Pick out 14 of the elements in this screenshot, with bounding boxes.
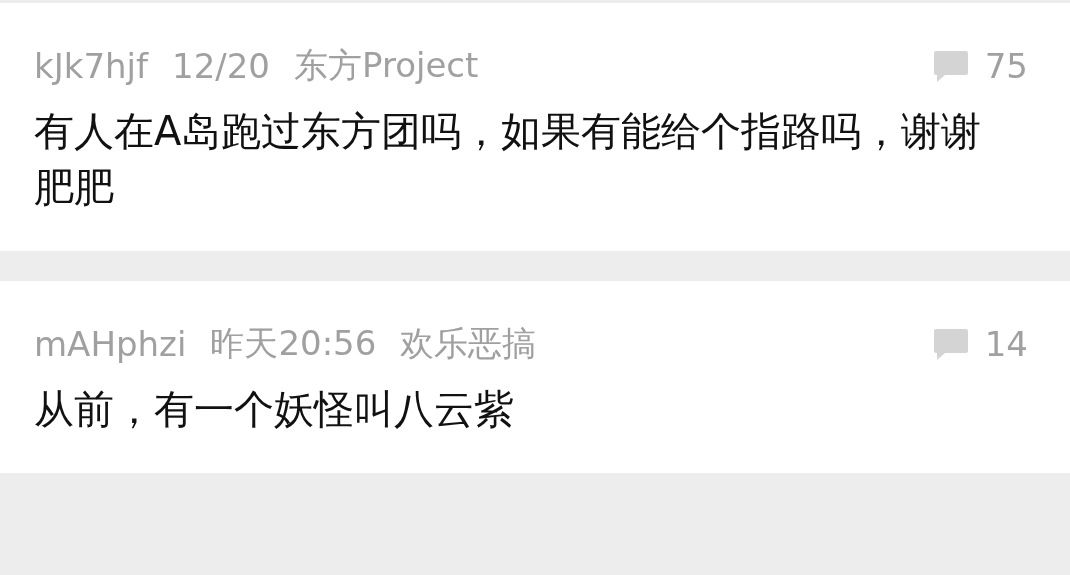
comment-count: 14	[984, 324, 1028, 364]
post-card[interactable]: kJk7hjf 12/20 东方Project 75 有人在A岛跑过东方团吗，如果有能给个指路吗，谢谢肥肥	[0, 3, 1070, 251]
post-text: 从前，有一个妖怪叫八云紫	[34, 385, 515, 434]
comment-icon	[932, 327, 969, 361]
board-name: 东方Project	[294, 44, 479, 87]
post-card[interactable]: mAHphzi 昨天20:56 欢乐恶搞 14 从前，有一个妖怪叫八云紫	[0, 281, 1070, 473]
board-name: 欢乐恶搞	[400, 322, 537, 365]
post-text: 有人在A岛跑过东方团吗，如果有能给个指路吗，谢谢肥肥	[34, 107, 983, 212]
author-name: mAHphzi	[34, 324, 187, 364]
author-name: kJk7hjf	[34, 46, 148, 86]
post-time: 12/20	[172, 46, 270, 86]
post-time: 昨天20:56	[210, 322, 377, 365]
comment-count: 75	[984, 46, 1028, 86]
comment-icon	[932, 49, 969, 83]
